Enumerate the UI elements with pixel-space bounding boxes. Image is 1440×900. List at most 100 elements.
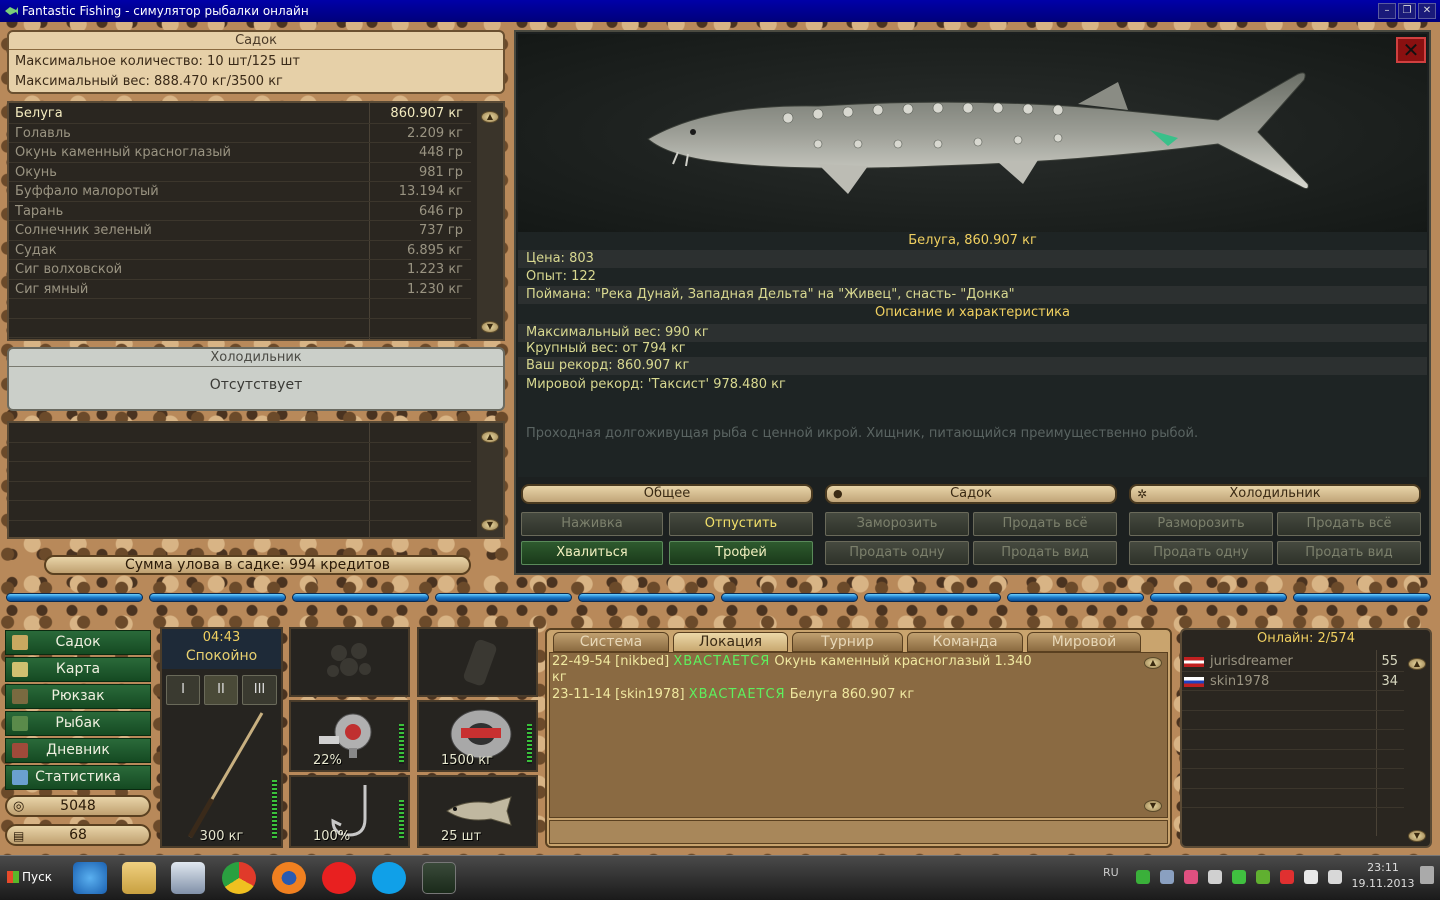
maximize-button[interactable]: ❐ — [1398, 3, 1416, 19]
sadok-sell-kind-button[interactable]: Продать вид — [973, 541, 1117, 565]
fish-list: Белуга 860.907 кг Голавль 2.209 кг Окунь кам… — [7, 101, 505, 341]
tab-location[interactable]: Локация — [673, 632, 788, 652]
scroll-down-icon[interactable]: ▼ — [481, 321, 499, 333]
list-item — [9, 443, 471, 462]
chat-scroll-up-icon[interactable]: ▲ — [1144, 657, 1162, 669]
fish-row[interactable]: Голавль 2.209 кг — [9, 124, 471, 143]
scroll-up-icon[interactable]: ▲ — [481, 431, 499, 443]
bobber-icon — [327, 643, 371, 677]
scroll-up-icon[interactable]: ▲ — [481, 111, 499, 123]
fantastic-fishing-task-icon[interactable] — [422, 862, 456, 894]
nav-stats-button[interactable]: Статистика — [5, 765, 151, 790]
fridge-title: Холодильник — [9, 349, 503, 367]
minimize-button[interactable]: – — [1378, 3, 1396, 19]
nav-map-button[interactable]: Карта — [5, 657, 151, 682]
tray-icon[interactable] — [1184, 870, 1198, 884]
tray-icon[interactable] — [1256, 870, 1270, 884]
chat-scroll-down-icon[interactable]: ▼ — [1144, 800, 1162, 812]
chrome-icon[interactable] — [222, 862, 256, 894]
rod-slot-1-button[interactable]: I — [166, 675, 200, 705]
yandex-icon[interactable] — [322, 862, 356, 894]
fish-row[interactable]: Буффало малоротый 13.194 кг — [9, 182, 471, 202]
release-button[interactable]: Отпустить — [669, 512, 813, 536]
chat-input[interactable] — [549, 820, 1168, 844]
list-item — [9, 319, 471, 338]
freeze-button[interactable]: Заморозить — [825, 512, 969, 536]
backpack-icon — [12, 689, 28, 704]
sadok-info-panel: Садок Максимальное количество: 10 шт/125… — [7, 30, 505, 94]
fish-name: Судак — [15, 242, 57, 258]
fish-list-scrollbar[interactable]: ▲ ▼ — [477, 103, 503, 339]
hook-slot[interactable]: 100% — [289, 775, 410, 848]
explorer-icon[interactable] — [122, 862, 156, 894]
tab-tournament[interactable]: Турнир — [792, 632, 903, 652]
trophy-button[interactable]: Трофей — [669, 541, 813, 565]
bait-button[interactable]: Наживка — [521, 512, 663, 536]
tab-world[interactable]: Мировой — [1027, 632, 1141, 652]
close-details-button[interactable]: ✕ — [1396, 37, 1426, 63]
online-scroll-up-icon[interactable]: ▲ — [1408, 658, 1426, 670]
fridge-sell-all-button[interactable]: Продать всё — [1277, 512, 1421, 536]
fish-row[interactable]: Белуга 860.907 кг — [9, 104, 471, 124]
skype-icon[interactable] — [372, 862, 406, 894]
fish-name: Буффало малоротый — [15, 184, 159, 199]
start-button[interactable]: Пуск — [4, 860, 60, 894]
tray-icon[interactable] — [1160, 870, 1174, 884]
fridge-panel: Холодильник Отсутствует — [7, 347, 505, 411]
feeder-slot[interactable] — [417, 627, 538, 697]
tray-icon[interactable] — [1208, 870, 1222, 884]
fish-weight: 448 гр — [418, 145, 463, 160]
tab-team[interactable]: Команда — [907, 632, 1023, 652]
fridge-sell-kind-button[interactable]: Продать вид — [1277, 541, 1421, 565]
fish-weight: 6.895 кг — [406, 242, 463, 258]
reel-slot[interactable]: 22% — [289, 700, 410, 772]
line-slot[interactable]: 1500 кг — [417, 700, 538, 772]
fish-row[interactable]: Окунь каменный красноглазый 448 гр — [9, 143, 471, 163]
fish-name: Тарань — [15, 203, 64, 219]
fridge-sell-one-button[interactable]: Продать одну — [1129, 541, 1273, 565]
rod-slot-3-button[interactable]: III — [242, 675, 277, 705]
online-user[interactable]: jurisdreamer 55 — [1182, 652, 1404, 672]
fish-row[interactable]: Солнечник зеленый 737 гр — [9, 221, 471, 241]
online-user[interactable]: skin1978 34 — [1182, 672, 1404, 691]
close-window-button[interactable]: ✕ — [1418, 3, 1436, 19]
scroll-down-icon[interactable]: ▼ — [481, 519, 499, 531]
sadok-sell-one-button[interactable]: Продать одну — [825, 541, 969, 565]
language-indicator[interactable]: RU — [1103, 866, 1119, 879]
bobber-slot[interactable] — [289, 627, 410, 697]
firefox-icon[interactable] — [272, 862, 306, 894]
online-panel: Онлайн: 2/574 jurisdreamer 55 skin1978 34 … — [1180, 628, 1432, 848]
clock[interactable]: 23:11 19.11.2013 — [1350, 860, 1416, 892]
fridge-list-scrollbar[interactable]: ▲ ▼ — [477, 423, 503, 537]
fish-big-weight: Крупный вес: от 794 кг — [526, 341, 686, 356]
tab-system[interactable]: Система — [553, 632, 669, 652]
nav-fisher-button[interactable]: Рыбак — [5, 711, 151, 736]
general-group-header: Общее — [521, 484, 813, 504]
fish-row[interactable]: Окунь 981 гр — [9, 163, 471, 182]
fish-weight: 646 гр — [418, 203, 463, 219]
media-player-icon[interactable] — [171, 862, 205, 894]
windows-logo-icon — [7, 871, 19, 883]
defrost-button[interactable]: Разморозить — [1129, 512, 1273, 536]
show-desktop-button[interactable] — [1420, 866, 1434, 884]
ie-icon[interactable] — [73, 862, 107, 894]
volume-icon[interactable] — [1328, 870, 1342, 884]
bait-slot[interactable]: 25 шт — [417, 775, 538, 848]
sadok-sell-all-button[interactable]: Продать всё — [973, 512, 1117, 536]
tray-icon[interactable] — [1280, 870, 1294, 884]
fish-row[interactable]: Судак 6.895 кг — [9, 241, 471, 260]
online-scroll-down-icon[interactable]: ▼ — [1408, 830, 1426, 842]
fish-row[interactable]: Сиг волховской 1.223 кг — [9, 260, 471, 280]
fish-row[interactable]: Тарань 646 гр — [9, 202, 471, 221]
rod-slot-2-button[interactable]: II — [204, 675, 238, 705]
tray-icon[interactable] — [1232, 870, 1246, 884]
brag-button[interactable]: Хвалиться — [521, 541, 663, 565]
network-icon[interactable] — [1304, 870, 1318, 884]
nav-sadok-button[interactable]: Садок — [5, 630, 151, 655]
nav-backpack-button[interactable]: Рюкзак — [5, 684, 151, 709]
tray-icon[interactable] — [1136, 870, 1150, 884]
nav-diary-button[interactable]: Дневник — [5, 738, 151, 763]
list-item — [9, 462, 471, 482]
fish-row[interactable]: Сиг ямный 1.230 кг — [9, 280, 471, 299]
coin-icon: ◎ — [13, 799, 25, 814]
